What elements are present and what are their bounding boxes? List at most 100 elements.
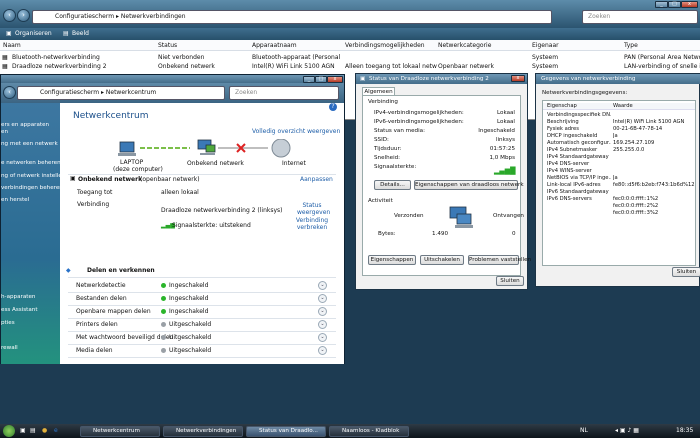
sidebar-item[interactable]: h-apparaten: [1, 294, 35, 300]
sidebar-item[interactable]: en: [1, 129, 8, 135]
column-type[interactable]: Type: [624, 42, 638, 49]
chevron-down-icon[interactable]: ⌄: [318, 281, 327, 290]
network-center-titlebar: _ □ x: [1, 75, 344, 83]
disable-button[interactable]: Uitschakelen: [420, 255, 464, 265]
sidebar-item[interactable]: pties: [1, 320, 15, 326]
clock[interactable]: 18:35: [676, 427, 693, 434]
column-connectivity[interactable]: Verbindingsmogelijkheden: [345, 42, 425, 49]
maximize-button[interactable]: □: [315, 76, 327, 83]
quicklaunch-icon[interactable]: e: [54, 427, 58, 434]
table-row[interactable]: NetBIOS via TCP/IP inge... Ja: [543, 175, 695, 182]
column-device[interactable]: Apparaatnaam: [252, 42, 297, 49]
chevron-down-icon[interactable]: ⌄: [318, 346, 327, 355]
internet-globe-icon[interactable]: [271, 139, 291, 158]
table-row[interactable]: fec0:0:0:ffff::2%2: [543, 203, 695, 210]
sidebar-item[interactable]: en herstel: [1, 197, 29, 203]
help-icon[interactable]: ?: [329, 103, 337, 111]
column-property[interactable]: Eigenschap: [547, 103, 577, 109]
table-row[interactable]: ▦ Bluetooth-netwerkverbinding Niet verbo…: [0, 53, 700, 62]
table-row[interactable]: IPv4 WINS-server: [543, 168, 695, 175]
close-dialog-button[interactable]: Sluiten: [496, 276, 524, 286]
address-bar[interactable]: Configuratiescherm ▸ Netwerkcentrum: [17, 86, 225, 100]
sidebar-item[interactable]: ng of netwerk instellen: [1, 173, 65, 179]
sidebar-item[interactable]: e netwerken beheren: [1, 160, 61, 166]
column-value[interactable]: Waarde: [613, 103, 633, 109]
sharing-row[interactable]: Netwerkdetectie Ingeschakeld ⌄: [60, 280, 344, 293]
column-owner[interactable]: Eigenaar: [532, 42, 559, 49]
organize-button[interactable]: Organiseren: [15, 30, 52, 37]
table-row[interactable]: ▦ Draadloze netwerkverbinding 2 Onbekend…: [0, 62, 700, 71]
diagnose-button[interactable]: Problemen vaststellen: [468, 255, 531, 265]
chevron-down-icon[interactable]: ⌄: [318, 320, 327, 329]
details-button[interactable]: Details...: [374, 180, 411, 190]
sharing-row[interactable]: Bestanden delen Ingeschakeld ⌄: [60, 293, 344, 306]
computer-sub-label: (deze computer): [113, 166, 163, 173]
sidebar-item[interactable]: verbindingen beheren: [1, 185, 63, 191]
sidebar-item[interactable]: ng met een netwerk: [1, 141, 58, 147]
close-dialog-button[interactable]: Sluiten: [672, 267, 700, 277]
sharing-row[interactable]: Met wachtwoord beveiligd delen Uitgeschak…: [60, 332, 344, 345]
breadcrumb-item[interactable]: Netwerkcentrum: [106, 89, 156, 96]
breadcrumb-item[interactable]: Configuratiescherm: [40, 89, 99, 96]
sharing-row[interactable]: Printers delen Uitgeschakeld ⌄: [60, 319, 344, 332]
table-row[interactable]: Beschrijving Intel(R) WiFi Link 5100 AGN: [543, 119, 695, 126]
search-input[interactable]: Zoeken: [582, 10, 698, 24]
customize-link[interactable]: Aanpassen: [300, 176, 333, 183]
table-row[interactable]: Link-local IPv6-adres fe80::d5f6:b2eb:f74…: [543, 182, 695, 189]
taskbar-item[interactable]: Status van Draadlo...: [246, 426, 326, 437]
sharing-row[interactable]: Media delen Uitgeschakeld ⌄: [60, 345, 344, 358]
table-row[interactable]: DHCP ingeschakeld Ja: [543, 133, 695, 140]
table-row[interactable]: Verbindingsspecifiek DN...: [543, 112, 695, 119]
sidebar-item[interactable]: ers en apparaten: [1, 122, 49, 128]
tray-icons[interactable]: ◂ ▣ ♪ ▦: [615, 427, 639, 434]
computer-icon[interactable]: [118, 141, 136, 156]
table-row[interactable]: IPv6 Standaardgateway: [543, 189, 695, 196]
taskbar-item[interactable]: Naamloos - Kladblok: [329, 426, 409, 437]
table-row[interactable]: IPv6 DNS-servers fec0:0:0:ffff::1%2: [543, 196, 695, 203]
properties-button[interactable]: Eigenschappen: [368, 255, 416, 265]
quicklaunch-icon[interactable]: ●: [42, 427, 47, 434]
table-row[interactable]: IPv4 Subnetmasker 255.255.0.0: [543, 147, 695, 154]
sidebar-item[interactable]: rewall: [1, 345, 18, 351]
disconnect-link[interactable]: Verbinding verbreken: [294, 217, 330, 231]
view-button[interactable]: Beeld: [72, 30, 89, 37]
address-bar[interactable]: Configuratiescherm ▸ Netwerkverbindingen: [32, 10, 552, 24]
close-button[interactable]: x: [327, 76, 343, 83]
minimize-button[interactable]: _: [303, 76, 315, 83]
search-input[interactable]: Zoeken: [229, 86, 339, 100]
sharing-row[interactable]: Openbare mappen delen Ingeschakeld ⌄: [60, 306, 344, 319]
column-category[interactable]: Netwerkcategorie: [438, 42, 491, 49]
close-button[interactable]: x: [681, 1, 698, 8]
table-row[interactable]: Automatisch geconfigur... 169.254.27.109: [543, 140, 695, 147]
table-row[interactable]: IPv4 DNS-server: [543, 161, 695, 168]
breadcrumb-item[interactable]: Netwerkverbindingen: [121, 13, 186, 20]
minimize-button[interactable]: _: [655, 1, 668, 8]
chevron-down-icon[interactable]: ⌄: [318, 333, 327, 342]
forward-button[interactable]: ›: [17, 9, 30, 22]
back-button[interactable]: ‹: [3, 9, 16, 22]
network-icon[interactable]: [197, 139, 216, 155]
back-button[interactable]: ‹: [3, 86, 16, 99]
breadcrumb-item[interactable]: Configuratiescherm: [55, 13, 114, 20]
table-row[interactable]: IPv4 Standaardgateway: [543, 154, 695, 161]
maximize-button[interactable]: □: [668, 1, 681, 8]
table-row[interactable]: fec0:0:0:ffff::3%2: [543, 210, 695, 217]
details-table[interactable]: Eigenschap Waarde Verbindingsspecifiek D…: [542, 100, 696, 266]
column-status[interactable]: Status: [158, 42, 177, 49]
taskbar-item[interactable]: Netwerkcentrum: [80, 426, 160, 437]
column-name[interactable]: Naam: [3, 42, 21, 49]
full-overview-link[interactable]: Volledig overzicht weergeven: [252, 128, 340, 135]
view-status-link[interactable]: Status weergeven: [297, 202, 330, 216]
taskbar-item[interactable]: Netwerkverbindingen: [163, 426, 243, 437]
wireless-properties-button[interactable]: Eigenschappen van draadloos netwerk: [414, 180, 524, 190]
quicklaunch-icon[interactable]: ▤: [30, 427, 36, 434]
language-indicator[interactable]: NL: [580, 427, 588, 434]
chevron-down-icon[interactable]: ⌄: [318, 307, 327, 316]
chevron-down-icon[interactable]: ⌄: [318, 294, 327, 303]
close-button[interactable]: x: [511, 75, 525, 82]
field-label: Signaalsterkte:: [374, 164, 417, 170]
start-button[interactable]: [3, 425, 15, 437]
sidebar-item[interactable]: ess Assistant: [1, 307, 38, 313]
table-row[interactable]: Fysiek adres 00-21-6B-47-78-14: [543, 126, 695, 133]
quicklaunch-icon[interactable]: ▣: [20, 427, 26, 434]
